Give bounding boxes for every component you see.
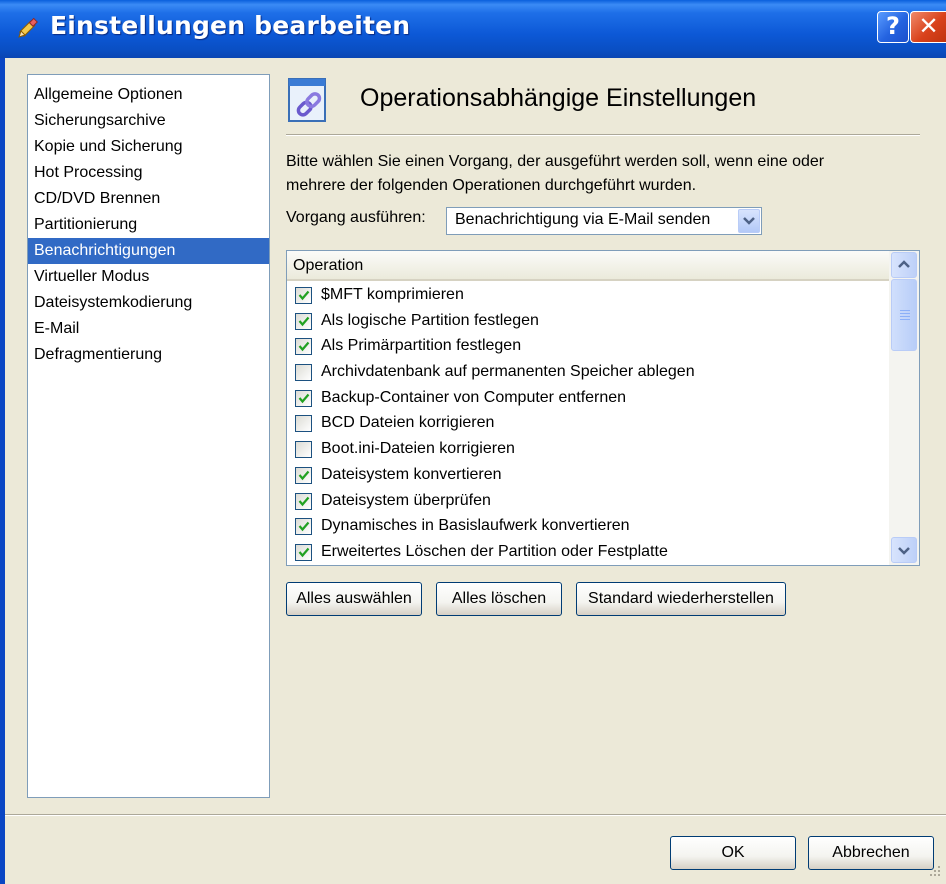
operation-label: Als Primärpartition festlegen xyxy=(321,337,522,355)
cancel-button[interactable]: Abbrechen xyxy=(808,836,934,870)
thumb-grip xyxy=(900,313,910,314)
checkmark-icon xyxy=(298,521,310,532)
sidebar-item-defragmentierung[interactable]: Defragmentierung xyxy=(28,342,269,368)
action-dropdown[interactable]: Benachrichtigung via E-Mail senden xyxy=(446,207,762,235)
help-button[interactable]: ? xyxy=(877,11,909,43)
operation-label: Boot.ini-Dateien korrigieren xyxy=(321,440,515,458)
sidebar-item-benachrichtigungen[interactable]: Benachrichtigungen xyxy=(28,238,269,264)
chevron-up-icon xyxy=(898,260,910,268)
thumb-grip xyxy=(900,319,910,320)
checkbox[interactable] xyxy=(295,287,312,304)
thumb-grip xyxy=(900,316,910,317)
dropdown-arrow-button[interactable] xyxy=(738,209,760,233)
list-item[interactable]: Als logische Partition festlegen xyxy=(287,309,889,335)
checkbox[interactable] xyxy=(295,312,312,330)
column-header-label: Operation xyxy=(293,257,364,274)
operation-label: BCD Dateien korrigieren xyxy=(321,414,495,432)
checkmark-icon xyxy=(298,393,310,403)
settings-pencil-icon xyxy=(18,17,38,38)
sidebar-item-virtueller-modus[interactable]: Virtueller Modus xyxy=(28,264,269,290)
scroll-up-button[interactable] xyxy=(891,252,917,278)
chevron-down-icon xyxy=(898,547,910,555)
sidebar-item-hot-processing[interactable]: Hot Processing xyxy=(28,160,269,186)
list-item[interactable]: Dateisystem konvertieren xyxy=(287,463,889,489)
sidebar-item-dateisystemkodierung[interactable]: Dateisystemkodierung xyxy=(28,290,269,316)
vertical-scrollbar[interactable] xyxy=(889,251,919,565)
list-item[interactable]: $MFT komprimieren xyxy=(287,283,889,309)
settings-dialog: Einstellungen bearbeiten ? ✕ Allgemeine … xyxy=(0,0,946,884)
operations-list[interactable]: Operation $MFT komprimieren Als logische… xyxy=(286,250,920,566)
list-item[interactable]: Boot.ini-Dateien korrigieren xyxy=(287,437,889,463)
action-label: Vorgang ausführen: xyxy=(286,209,426,226)
description-line-2: mehrere der folgenden Operationen durchg… xyxy=(286,177,697,194)
scroll-down-button[interactable] xyxy=(891,537,917,563)
checkbox[interactable] xyxy=(295,441,312,459)
sidebar-item-e-mail[interactable]: E-Mail xyxy=(28,316,269,342)
restore-defaults-button[interactable]: Standard wiederherstellen xyxy=(576,582,786,616)
checkmark-icon xyxy=(298,316,310,326)
checkmark-icon xyxy=(298,342,310,352)
operation-label: $MFT komprimieren xyxy=(321,286,464,303)
window-title: Einstellungen bearbeiten xyxy=(50,11,411,40)
window-frame xyxy=(0,58,5,884)
resize-grip-icon[interactable] xyxy=(928,864,942,878)
list-item[interactable]: Erweitertes Löschen der Partition oder F… xyxy=(287,540,889,565)
operations-rows: $MFT komprimieren Als logische Partition… xyxy=(287,283,889,565)
checkbox[interactable] xyxy=(295,364,312,382)
sidebar-item-allgemeine-optionen[interactable]: Allgemeine Optionen xyxy=(28,82,269,108)
checkbox[interactable] xyxy=(295,492,312,510)
checkbox[interactable] xyxy=(295,518,312,536)
operation-label: Archivdatenbank auf permanenten Speicher… xyxy=(321,363,695,381)
ok-button[interactable]: OK xyxy=(670,836,796,870)
sidebar-item-sicherungsarchive[interactable]: Sicherungsarchive xyxy=(28,108,269,134)
footer-divider xyxy=(5,814,946,816)
action-dropdown-value: Benachrichtigung via E-Mail senden xyxy=(455,211,711,228)
checkmark-icon xyxy=(298,470,310,481)
operation-label: Dateisystem überprüfen xyxy=(321,491,491,509)
page-title: Operationsabhängige Einstellungen xyxy=(360,84,757,112)
checkbox[interactable] xyxy=(295,389,312,407)
thumb-grip xyxy=(900,310,910,311)
description-text: Bitte wählen Sie einen Vorgang, der ausg… xyxy=(286,150,916,198)
settings-category-list[interactable]: Allgemeine Optionen Sicherungsarchive Ko… xyxy=(27,74,270,798)
sidebar-item-partitionierung[interactable]: Partitionierung xyxy=(28,212,269,238)
operation-column-header[interactable]: Operation xyxy=(287,251,889,281)
scroll-thumb[interactable] xyxy=(891,279,917,351)
sidebar-item-kopie-und-sicherung[interactable]: Kopie und Sicherung xyxy=(28,134,269,160)
operation-label: Als logische Partition festlegen xyxy=(321,311,539,329)
title-bar[interactable]: Einstellungen bearbeiten ? ✕ xyxy=(0,0,946,58)
list-item[interactable]: Dateisystem überprüfen xyxy=(287,489,889,515)
description-line-1: Bitte wählen Sie einen Vorgang, der ausg… xyxy=(286,153,825,170)
chevron-down-icon xyxy=(743,217,755,225)
checkmark-icon xyxy=(298,547,310,558)
operation-label: Erweitertes Löschen der Partition oder F… xyxy=(321,542,668,560)
checkmark-icon xyxy=(298,496,310,506)
operation-link-icon xyxy=(288,78,326,122)
checkbox[interactable] xyxy=(295,338,312,356)
checkmark-icon xyxy=(298,290,310,301)
list-item[interactable]: Dynamisches in Basislaufwerk konvertiere… xyxy=(287,514,889,540)
header-divider xyxy=(286,134,920,136)
list-item[interactable]: Archivdatenbank auf permanenten Speicher… xyxy=(287,360,889,386)
operation-label: Dateisystem konvertieren xyxy=(321,465,502,483)
list-item[interactable]: Als Primärpartition festlegen xyxy=(287,334,889,360)
operation-label: Backup-Container von Computer entfernen xyxy=(321,388,627,406)
checkbox[interactable] xyxy=(295,415,312,433)
clear-all-button[interactable]: Alles löschen xyxy=(436,582,562,616)
close-button[interactable]: ✕ xyxy=(910,11,946,43)
operation-label: Dynamisches in Basislaufwerk konvertiere… xyxy=(321,517,630,535)
list-item[interactable]: BCD Dateien korrigieren xyxy=(287,411,889,437)
select-all-button[interactable]: Alles auswählen xyxy=(286,582,422,616)
checkbox[interactable] xyxy=(295,543,312,561)
checkbox[interactable] xyxy=(295,466,312,484)
list-item[interactable]: Backup-Container von Computer entfernen xyxy=(287,386,889,412)
sidebar-item-cd-dvd-brennen[interactable]: CD/DVD Brennen xyxy=(28,186,269,212)
